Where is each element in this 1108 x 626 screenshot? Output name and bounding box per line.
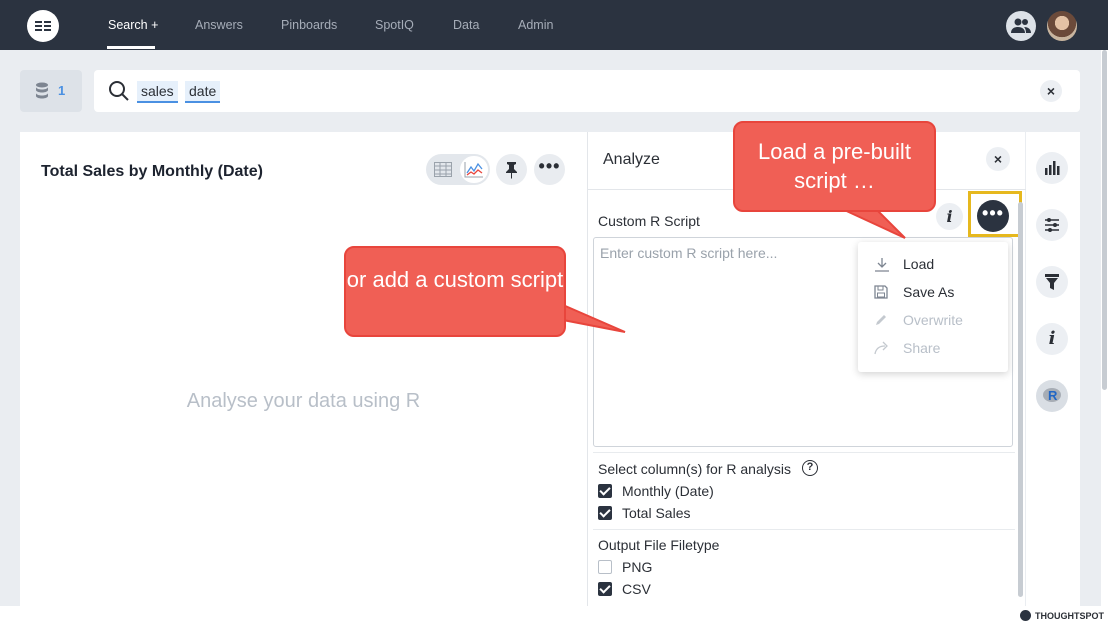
callout-tail	[562, 303, 626, 333]
callout-tail	[839, 207, 906, 239]
callout-load: Load a pre-built script …	[733, 121, 936, 212]
callout-custom: or add a custom script	[344, 246, 566, 337]
